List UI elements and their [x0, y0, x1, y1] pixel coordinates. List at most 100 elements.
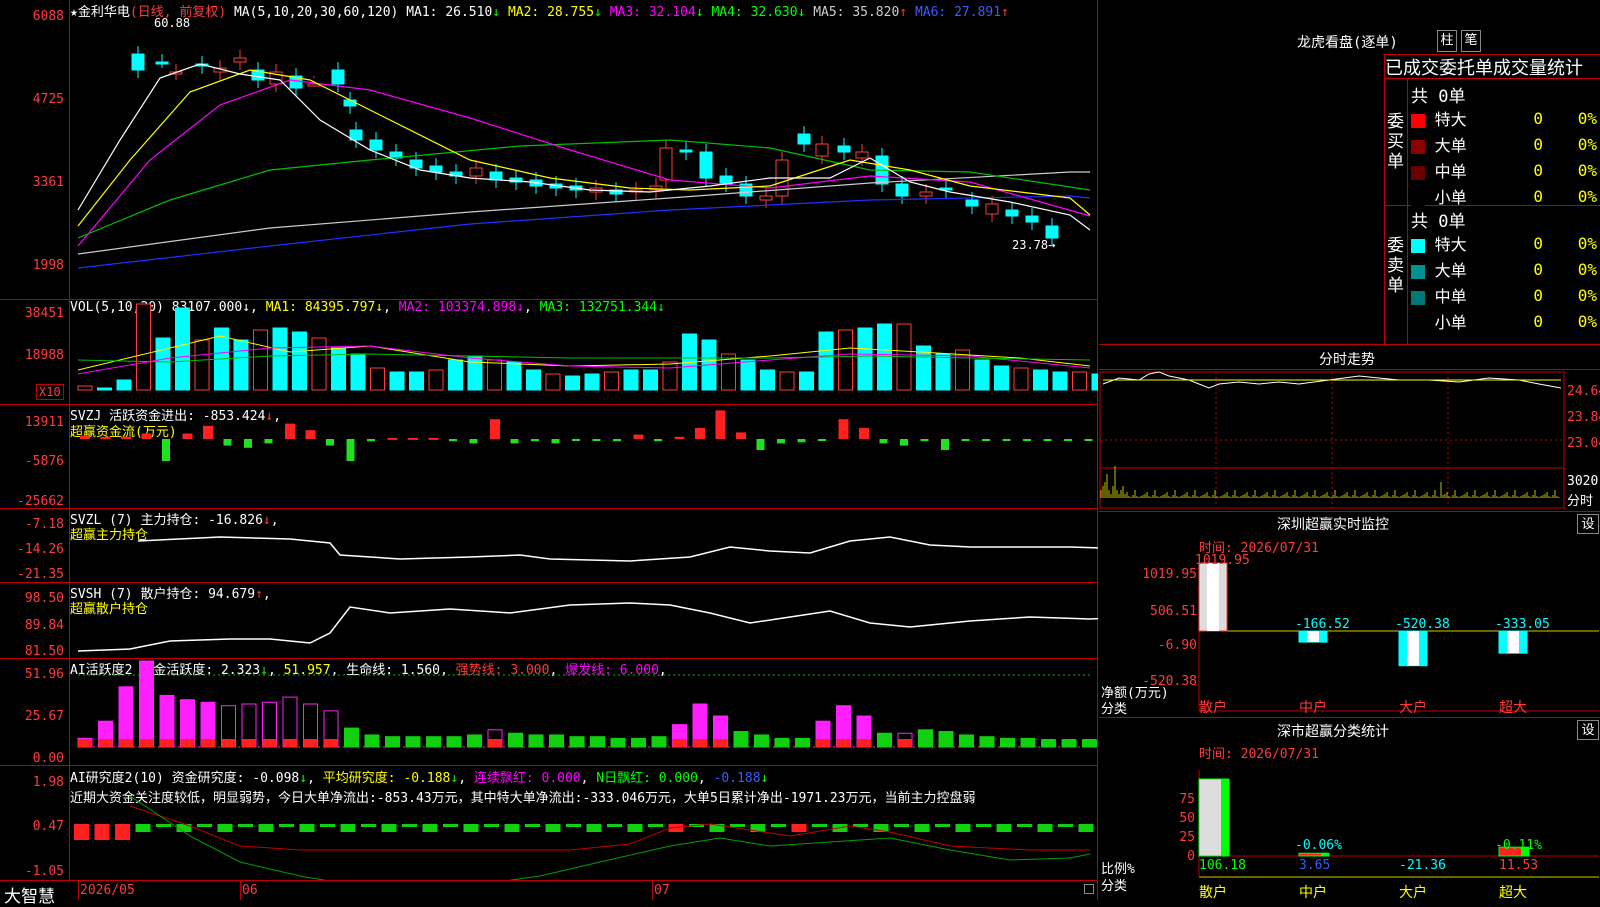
tab-tick[interactable]: 笔 [1461, 30, 1481, 52]
candlestick-chart[interactable] [70, 0, 1098, 299]
classify-percent: -0.06% [1295, 838, 1342, 853]
volume-bar [1052, 371, 1068, 391]
activity-chart[interactable] [70, 659, 1098, 765]
classify-bar-green [1321, 853, 1329, 856]
flow-bar [469, 439, 478, 444]
ai2-axis-1: 1.98 [32, 775, 64, 790]
research-bar [771, 824, 786, 827]
percent-value: 0% [1577, 311, 1597, 331]
flow-bar [346, 439, 355, 461]
activity-base [959, 739, 974, 747]
flow-bar [592, 439, 601, 441]
main-position-chart[interactable] [70, 509, 1098, 582]
count-value: 0 [1533, 259, 1543, 279]
main-chart-area[interactable]: ★金利华电(日线, 前复权) MA(5,10,20,30,60,120) MA1… [0, 0, 1098, 907]
research-bar [627, 824, 643, 832]
sell-row: 小单 0 0% [1411, 309, 1597, 333]
percent-value: 0% [1577, 160, 1597, 180]
activity-base [713, 739, 728, 747]
volume-bar [1072, 371, 1087, 391]
retail-position-chart[interactable] [70, 583, 1098, 658]
intraday-vol: 3020 [1567, 474, 1599, 489]
candle [155, 61, 169, 65]
research-bar [402, 824, 417, 827]
svzl-axis-1: -7.18 [24, 517, 64, 532]
research-bar [299, 824, 315, 832]
volume-bar [1091, 373, 1098, 391]
classify-axis-2: 50 [1179, 811, 1195, 826]
flow-bar [797, 439, 806, 443]
percent-value: 0% [1577, 134, 1597, 154]
research-bar [361, 824, 376, 827]
volume-bar [545, 373, 561, 391]
intraday-axis-3: 23.04 [1567, 436, 1600, 451]
volume-bar [526, 369, 541, 391]
size-label: 中单 [1425, 287, 1467, 306]
candle [965, 199, 979, 207]
candle [699, 151, 713, 179]
monitor-category-label: 大户 [1399, 700, 1427, 716]
research-bar [381, 824, 397, 832]
lock-icon[interactable] [1084, 884, 1094, 894]
classify-axis-3: 25 [1179, 830, 1195, 845]
candle [797, 133, 811, 145]
volume-bar [428, 369, 444, 391]
classify-category-label: 超大 [1499, 885, 1527, 901]
candle [233, 57, 247, 63]
tab-bar-chart[interactable]: 柱 [1437, 30, 1457, 52]
flow-bar [695, 428, 705, 439]
activity-base [939, 739, 953, 747]
fund-flow-chart[interactable] [70, 405, 1098, 508]
activity-base [508, 739, 523, 747]
monitor-bar-value: -520.38 [1395, 617, 1450, 632]
research-chart[interactable] [70, 766, 1098, 880]
flow-bar [900, 439, 908, 446]
flow-bar [674, 436, 685, 439]
research-bar [812, 824, 827, 827]
activity-base [221, 739, 236, 747]
research-bar [545, 824, 561, 832]
activity-base [898, 739, 912, 747]
flow-bar [982, 439, 990, 441]
date-label-2: 06 [242, 883, 258, 898]
monitor-bar-highlight [1207, 563, 1219, 631]
count-value: 0 [1533, 285, 1543, 305]
research-bar [586, 824, 602, 832]
intraday-title: 分时走势 [1319, 352, 1375, 368]
color-swatch [1411, 290, 1425, 305]
color-swatch [1411, 264, 1425, 279]
sell-row: 特大 0 0% [1411, 231, 1597, 255]
activity-base [754, 739, 769, 747]
svsh-axis-2: 89.84 [24, 618, 64, 633]
buy-row: 大单 0 0% [1411, 132, 1597, 156]
classify-settings-button[interactable]: 设 [1577, 720, 1599, 740]
activity-base [877, 739, 892, 747]
sell-side-label: 委卖单 [1387, 236, 1404, 296]
color-swatch [1411, 113, 1425, 128]
volume-bar [311, 337, 327, 391]
sell-table: 特大 0 0% 大单 0 0% 中单 0 0% 小单 0 0% [1409, 229, 1599, 335]
monitor-settings-button[interactable]: 设 [1577, 514, 1599, 534]
volume-bar [155, 337, 171, 391]
intraday-chart[interactable] [1099, 370, 1600, 510]
percent-value: 0% [1577, 259, 1597, 279]
date-label-1: 2026/05 [80, 883, 135, 898]
activity-base [857, 739, 871, 747]
research-bar [443, 824, 458, 827]
flow-bar [367, 439, 375, 442]
flow-bar [654, 439, 662, 442]
research-bar [648, 824, 663, 827]
size-label: 特大 [1425, 110, 1467, 129]
volume-bar [877, 323, 892, 391]
flow-bar [182, 433, 193, 439]
volume-bar [779, 371, 795, 391]
monitor-title: 深圳超赢实时监控 [1277, 517, 1389, 533]
volume-bar [974, 359, 990, 391]
volume-chart[interactable] [70, 300, 1098, 404]
research-bar [463, 824, 479, 832]
volume-bar [77, 385, 93, 391]
activity-bar [118, 686, 134, 748]
activity-base [1021, 739, 1035, 747]
research-bar [894, 824, 909, 827]
volume-bar [1033, 369, 1048, 391]
